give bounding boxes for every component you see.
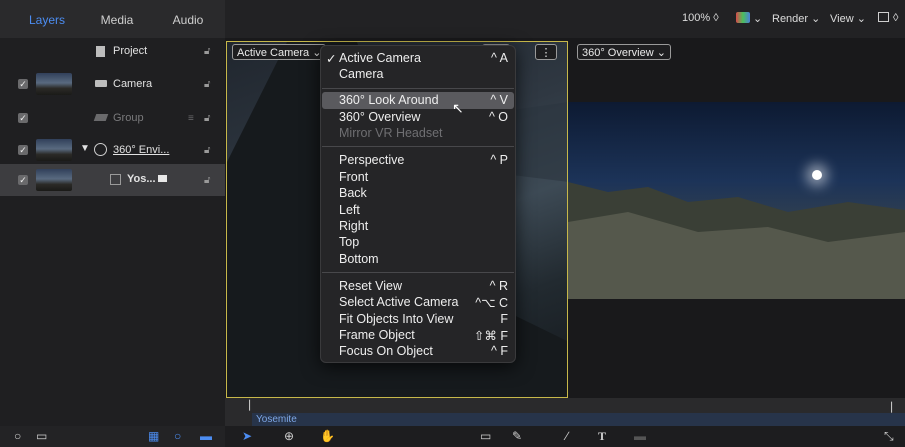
menu-item-bottom[interactable]: Bottom bbox=[339, 252, 379, 266]
layer-thumbnail bbox=[36, 73, 72, 95]
playhead-icon[interactable]: ❘ bbox=[245, 398, 254, 411]
search-icon[interactable]: ○ bbox=[14, 429, 21, 443]
lock-icon[interactable]: 🔓︎ bbox=[204, 79, 210, 90]
check-mark-icon: ✓ bbox=[326, 52, 337, 66]
mask-icon bbox=[158, 175, 167, 182]
end-marker-icon[interactable]: ❘ bbox=[887, 400, 896, 413]
collapse-icon[interactable]: ⤡ bbox=[884, 429, 894, 444]
stack-icon: ≡ bbox=[188, 113, 194, 124]
menu-separator bbox=[322, 146, 514, 147]
menu-separator bbox=[322, 88, 514, 89]
layer-row-group[interactable]: ✓ Group ≡ 🔓︎ bbox=[0, 103, 225, 135]
camera-dropdown[interactable]: Active Camera ⌄ bbox=[232, 44, 327, 60]
mouse-pointer-icon: ↖ bbox=[452, 100, 464, 116]
menu-item-right[interactable]: Right bbox=[339, 219, 368, 233]
render-menu[interactable]: Render ⌄ bbox=[772, 12, 820, 25]
menu-item-camera[interactable]: Camera bbox=[339, 67, 383, 81]
circle-icon[interactable]: ○ bbox=[174, 429, 181, 443]
overview-dropdown[interactable]: 360° Overview ⌄ bbox=[577, 44, 671, 60]
layer-enable-checkbox[interactable]: ✓ bbox=[18, 175, 28, 185]
shortcut: ^ V bbox=[490, 93, 508, 107]
menu-item-mirror-vr-headset: Mirror VR Headset bbox=[339, 126, 443, 140]
menu-item-perspective[interactable]: Perspective bbox=[339, 153, 404, 167]
shortcut: ^ P bbox=[490, 153, 508, 167]
menu-item-reset-view[interactable]: Reset View bbox=[339, 279, 402, 293]
layers-footer: ○ ▭ ▦ ○ ▬ bbox=[0, 426, 225, 447]
layer-thumbnail bbox=[36, 139, 72, 161]
view-menu[interactable]: View ⌄ bbox=[830, 12, 866, 25]
paint-tool-icon[interactable]: ∕ bbox=[566, 429, 568, 443]
panel-icon[interactable]: ▭ bbox=[36, 429, 47, 443]
image-layer-icon bbox=[110, 174, 121, 185]
tab-layers[interactable]: Layers bbox=[12, 8, 82, 32]
track-label: Yosemite bbox=[256, 414, 297, 425]
menu-item-focus-on-object[interactable]: Focus On Object bbox=[339, 344, 433, 358]
layer-enable-checkbox[interactable]: ✓ bbox=[18, 145, 28, 155]
layer-row-camera[interactable]: ✓ Camera 🔓︎ bbox=[0, 68, 225, 100]
layer-row-360-environment[interactable]: ✓ ▼ 360° Envi... 🔓︎ bbox=[0, 134, 225, 166]
menu-item-top[interactable]: Top bbox=[339, 235, 359, 249]
anchor-tool-icon[interactable]: ⊕ bbox=[284, 429, 294, 443]
shortcut: ^ O bbox=[488, 110, 508, 124]
shortcut: ⇧⌘ F bbox=[473, 329, 508, 343]
menu-item-frame-object[interactable]: Frame Object bbox=[339, 328, 415, 342]
timeline-track[interactable] bbox=[252, 413, 905, 426]
add-layer-icon[interactable]: ▬ bbox=[200, 429, 212, 443]
360-environment-icon bbox=[94, 143, 107, 156]
tab-audio[interactable]: Audio bbox=[155, 8, 221, 32]
group-icon bbox=[93, 114, 109, 121]
lock-icon[interactable]: 🔓︎ bbox=[204, 145, 210, 156]
zoom-level-menu[interactable]: 100% ◊ bbox=[682, 12, 719, 24]
mask-tool-icon: ▬ bbox=[634, 429, 646, 443]
select-tool-icon[interactable]: ➤ bbox=[242, 429, 252, 443]
shortcut: ^ R bbox=[489, 279, 508, 293]
moon-icon bbox=[812, 170, 822, 180]
menu-separator bbox=[322, 272, 514, 273]
camera-icon bbox=[95, 80, 107, 87]
layout-icon[interactable] bbox=[878, 12, 889, 22]
layer-label: 360° Envi... bbox=[113, 144, 170, 156]
lock-icon[interactable]: 🔓︎ bbox=[204, 175, 210, 186]
layer-label: Yos... bbox=[127, 173, 156, 185]
color-channels-icon[interactable] bbox=[736, 12, 750, 23]
disclosure-triangle-icon[interactable]: ▼ bbox=[80, 143, 90, 154]
panorama-image bbox=[568, 182, 905, 299]
more-options-button[interactable]: ⋮ bbox=[535, 44, 557, 60]
shortcut: ^ A bbox=[491, 51, 508, 65]
lock-icon[interactable]: 🔓︎ bbox=[204, 46, 210, 57]
menu-item-left[interactable]: Left bbox=[339, 203, 360, 217]
shortcut: F bbox=[500, 312, 508, 326]
layer-label: Group bbox=[113, 112, 144, 124]
layout-chevron-icon[interactable]: ◊ bbox=[893, 12, 898, 24]
pen-tool-icon[interactable]: ✎ bbox=[512, 429, 522, 443]
shortcut: ^ F bbox=[491, 344, 508, 358]
layer-enable-checkbox[interactable]: ✓ bbox=[18, 79, 28, 89]
shape-tool-icon[interactable]: ▭ bbox=[480, 429, 491, 443]
layer-label: Camera bbox=[113, 78, 153, 90]
menu-item-active-camera[interactable]: Active Camera bbox=[339, 51, 421, 65]
canvas-toolbar: 100% ◊ ⌄ Render ⌄ View ⌄ ◊ bbox=[225, 0, 905, 38]
shortcut: ^⌥ C bbox=[475, 296, 508, 310]
menu-item-back[interactable]: Back bbox=[339, 186, 367, 200]
project-icon bbox=[96, 46, 105, 57]
pan-tool-icon[interactable]: ✋ bbox=[320, 429, 335, 443]
chevron-down-icon[interactable]: ⌄ bbox=[753, 12, 762, 25]
text-tool-icon[interactable]: T bbox=[598, 429, 606, 444]
tab-media[interactable]: Media bbox=[82, 8, 152, 32]
viewport-360-overview[interactable] bbox=[568, 102, 905, 299]
layer-enable-checkbox[interactable]: ✓ bbox=[18, 113, 28, 123]
tab-bar: Layers Media Audio bbox=[0, 0, 225, 38]
lock-icon[interactable]: 🔓︎ bbox=[204, 113, 210, 124]
layer-row-yosemite[interactable]: ✓ Yos... 🔓︎ bbox=[0, 164, 225, 196]
checkerboard-icon[interactable]: ▦ bbox=[148, 429, 159, 443]
layer-thumbnail bbox=[36, 169, 72, 191]
menu-item-360-look-around[interactable]: 360° Look Around bbox=[339, 93, 439, 107]
menu-item-360-overview[interactable]: 360° Overview bbox=[339, 110, 420, 124]
menu-item-front[interactable]: Front bbox=[339, 170, 368, 184]
layer-label: Project bbox=[113, 45, 148, 57]
